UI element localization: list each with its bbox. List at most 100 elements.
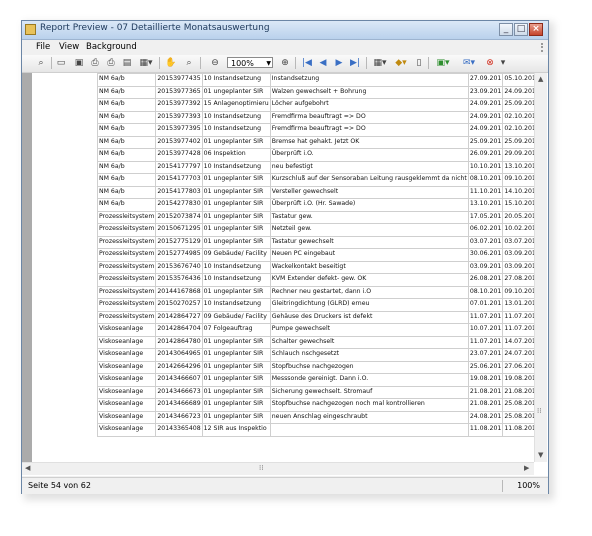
- color-icon[interactable]: ◆▾: [392, 57, 410, 69]
- scroll-down-icon[interactable]: ▼: [538, 451, 543, 459]
- zoom-out-icon[interactable]: ⊖: [208, 57, 222, 69]
- toolbar: ⌕ ▭ ▣ ⎙ ⎙ ▤ ▦▾ ✋ ⌕ ⊖ 100% ▼ ⊕ |◀ ◀ ▶ ▶| ▦…: [22, 55, 548, 73]
- send-icon[interactable]: ✉▾: [459, 57, 479, 69]
- table-cell: 20153977402: [155, 135, 203, 149]
- scroll-left-icon[interactable]: ◀: [25, 464, 30, 472]
- table-cell: Überprüft i.O. (Hr. Sawade): [269, 198, 469, 212]
- table-cell: NM 6a/b: [96, 173, 157, 187]
- table-row: Viskoseanlage 20142664296 01 ungeplanter S…: [96, 360, 534, 374]
- menu-background[interactable]: Background: [86, 42, 137, 52]
- table-cell: 01 ungeplanter SIR: [201, 410, 271, 424]
- table-cell: neu befestigt: [269, 160, 469, 174]
- minimize-button[interactable]: _: [499, 23, 513, 36]
- scroll-right-icon[interactable]: ▶: [524, 464, 529, 472]
- table-row: Prozessleitsystem 20150671295 01 ungeplant…: [96, 223, 534, 237]
- table-cell: 01 ungeplanter SIR: [201, 210, 271, 224]
- table-cell: 20143466673: [155, 385, 203, 399]
- table-cell: 21.08.201: [467, 398, 504, 412]
- scale-icon[interactable]: ▦▾: [137, 57, 155, 69]
- table-cell: Prozessleitsystem: [96, 298, 157, 312]
- table-cell: 01 ungeplanter SIR: [201, 198, 271, 212]
- close-button[interactable]: ×: [529, 23, 543, 36]
- table-cell: Stopfbuchse nachgezogen noch mal kontrol…: [269, 398, 469, 412]
- table-cell: Sicherung gewechselt. Stromauf: [269, 385, 469, 399]
- table-cell: NM 6a/b: [96, 185, 157, 199]
- table-row: Viskoseanlage 20142864704 07 Folgeauftrag P…: [96, 323, 534, 337]
- table-cell: 11.10.201: [467, 185, 504, 199]
- zoom-in-icon[interactable]: ⊕: [278, 57, 292, 69]
- preview-viewport[interactable]: NM 6a/b 20153977435 10 Instandsetzung Insta…: [22, 73, 548, 476]
- table-cell: Prozessleitsystem: [96, 235, 157, 249]
- table-cell: 11.08.201: [502, 423, 534, 437]
- menu-view[interactable]: View: [59, 42, 79, 52]
- save-icon[interactable]: ▣: [73, 57, 85, 69]
- table-cell: 20143466689: [155, 398, 203, 412]
- prev-page-icon[interactable]: ◀: [317, 57, 329, 69]
- table-cell: 21.08.201: [502, 385, 534, 399]
- hscroll-grip-icon[interactable]: ⁞⁞: [259, 464, 263, 472]
- table-row: Prozessleitsystem 20152774985 09 Gebäude/ …: [96, 248, 534, 262]
- magnifier-icon[interactable]: ⌕: [182, 57, 196, 69]
- table-cell: 01 ungeplanter SIR: [201, 335, 271, 349]
- table-cell: 09.10.201: [502, 173, 534, 187]
- table-row: Prozessleitsystem 20150270257 10 Instandse…: [96, 298, 534, 312]
- table-cell: KVM Extender defekt- gew. OK: [269, 273, 469, 287]
- table-cell: 10 Instandsetzung: [201, 123, 271, 137]
- scroll-grip-icon[interactable]: ⁞⁞: [537, 407, 541, 415]
- open-icon[interactable]: ▭: [55, 57, 67, 69]
- table-cell: 20153977365: [155, 85, 203, 99]
- table-cell: 10 Instandsetzung: [201, 273, 271, 287]
- table-cell: Prozessleitsystem: [96, 260, 157, 274]
- table-cell: 10.10.201: [467, 160, 504, 174]
- page-setup-icon[interactable]: ▤: [121, 57, 133, 69]
- multiple-pages-icon[interactable]: ▦▾: [371, 57, 389, 69]
- vertical-scrollbar[interactable]: ▲ ⁞⁞ ▼: [534, 73, 547, 462]
- maximize-button[interactable]: □: [514, 23, 528, 36]
- find-icon[interactable]: ⌕: [34, 57, 48, 69]
- close-preview-icon[interactable]: ⊗: [484, 57, 496, 69]
- window-title: Report Preview - 07 Detaillierte Monatsa…: [40, 23, 270, 33]
- table-cell: 09.10.201: [502, 285, 534, 299]
- print-icon[interactable]: ⎙: [89, 57, 101, 69]
- print-quick-icon[interactable]: ⎙: [105, 57, 117, 69]
- table-cell: 27.09.201: [467, 73, 504, 87]
- table-cell: 27.06.201: [502, 360, 534, 374]
- first-page-icon[interactable]: |◀: [301, 57, 313, 69]
- table-cell: Rechner neu gestartet, dann i.O: [269, 285, 469, 299]
- table-cell: 01 ungeplanter SIR: [201, 223, 271, 237]
- table-cell: 01 ungeplanter SIR: [201, 173, 271, 187]
- table-row: NM 6a/b 20154177703 01 ungeplanter SIR Kurz…: [96, 173, 534, 187]
- toolbar-overflow-icon[interactable]: ▾: [500, 57, 506, 69]
- table-cell: Messsonde gereinigt. Dann i.O.: [269, 373, 469, 387]
- table-row: Viskoseanlage 20143466673 01 ungeplanter S…: [96, 385, 534, 399]
- table-cell: Viskoseanlage: [96, 323, 157, 337]
- table-cell: 20.05.201: [502, 210, 534, 224]
- table-cell: 03.09.201: [502, 260, 534, 274]
- table-cell: 10 Instandsetzung: [201, 110, 271, 124]
- export-icon[interactable]: ▣▾: [433, 57, 453, 69]
- watermark-icon[interactable]: ▯: [413, 57, 425, 69]
- table-cell: NM 6a/b: [96, 123, 157, 137]
- title-bar[interactable]: Report Preview - 07 Detaillierte Monatsa…: [22, 21, 548, 40]
- table-cell: 23.09.201: [467, 85, 504, 99]
- app-icon: [25, 24, 36, 35]
- table-row: Viskoseanlage 20143466689 01 ungeplanter S…: [96, 398, 534, 412]
- table-cell: 10 Instandsetzung: [201, 160, 271, 174]
- horizontal-scrollbar[interactable]: ◀ ⁞⁞ ▶: [22, 462, 534, 475]
- table-cell: 20142864780: [155, 335, 203, 349]
- table-cell: 10 Instandsetzung: [201, 73, 271, 87]
- menu-file[interactable]: File: [36, 42, 50, 52]
- table-cell: 07.01.201: [467, 298, 504, 312]
- scroll-up-icon[interactable]: ▲: [538, 75, 543, 83]
- table-cell: Viskoseanlage: [96, 385, 157, 399]
- next-page-icon[interactable]: ▶: [333, 57, 345, 69]
- table-cell: Tastatur gew.: [269, 210, 469, 224]
- last-page-icon[interactable]: ▶|: [349, 57, 361, 69]
- zoom-combobox[interactable]: 100% ▼: [227, 57, 273, 68]
- table-row: NM 6a/b 20153977428 06 Inspektion Überprüft…: [96, 148, 534, 162]
- table-cell: 13.10.201: [502, 160, 534, 174]
- table-row: Prozessleitsystem 20142864727 09 Gebäude/ …: [96, 310, 534, 324]
- hand-icon[interactable]: ✋: [164, 57, 178, 69]
- table-cell: 01 ungeplanter SIR: [201, 235, 271, 249]
- table-cell: 11.08.201: [467, 423, 504, 437]
